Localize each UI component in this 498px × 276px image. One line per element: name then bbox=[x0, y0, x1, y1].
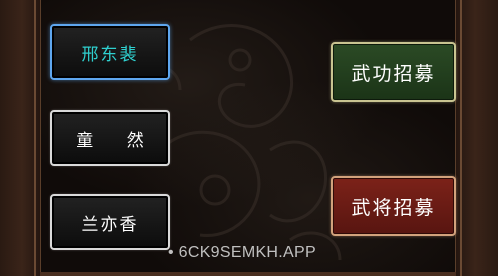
name-option-1-button[interactable]: 邢东裴 bbox=[50, 24, 170, 80]
left-frame bbox=[0, 0, 41, 276]
martial-recruit-button[interactable]: 武功招募 bbox=[331, 42, 456, 102]
watermark-text: • 6CK9SEMKH.APP bbox=[168, 244, 316, 261]
name-option-3-button[interactable]: 兰亦香 bbox=[50, 194, 170, 250]
recruit-screen: 邢东裴 童 然 兰亦香 武功招募 武将招募 • 6CK9SEMKH.APP bbox=[0, 0, 498, 276]
general-recruit-button[interactable]: 武将招募 bbox=[331, 176, 456, 236]
name-option-2-button[interactable]: 童 然 bbox=[50, 110, 170, 166]
right-frame bbox=[455, 0, 498, 276]
